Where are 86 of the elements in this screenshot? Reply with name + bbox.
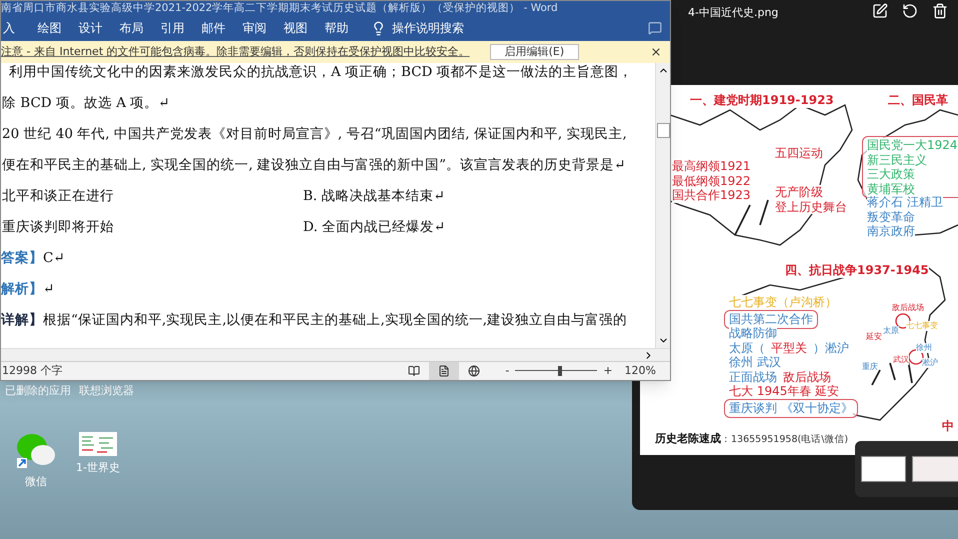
map-label: 重庆谈判 《双十协定》 (729, 401, 853, 416)
slider-thumb[interactable] (558, 366, 562, 376)
window-title: 南省周口市商水县实验高级中学2021-2022学年高二下学期期末考试历史试题（解析版）（受保护的视图） - Word (1, 2, 558, 14)
image-file-name: 4-中国近代史.png (688, 5, 778, 21)
author-name: 历史老陈速成 (655, 431, 721, 447)
section-label: 详解】 (1, 311, 43, 330)
map-label: 一、建党时期1919-1923 (690, 93, 834, 108)
contact-text: ：13655951958(电话\微信) (721, 433, 848, 447)
ribbon-tab[interactable]: 审阅 (234, 19, 275, 37)
rotate-icon[interactable] (902, 3, 918, 19)
map-label: 中 (942, 419, 954, 434)
map-label: 七七事变 (906, 321, 938, 331)
search-label[interactable]: 操作说明搜索 (392, 19, 464, 37)
lightbulb-icon[interactable] (371, 20, 386, 36)
zoom-out-button[interactable]: - (503, 362, 512, 380)
ribbon-tab[interactable]: 入 (1, 19, 29, 37)
map-label: 最低纲领1922 (672, 174, 751, 188)
map-label: 二、国民革 (888, 93, 948, 108)
scroll-thumb[interactable] (656, 123, 670, 138)
map-label: 南京政府 (867, 224, 915, 239)
ribbon-tab[interactable]: 视图 (275, 19, 316, 37)
document-text: 便在和平民主的基础上, 实现全国的统一, 建设独立自由与富强的新中国”。该宣言发表的历史背景是↵ (1, 156, 626, 175)
map-label: ）淞沪 (813, 340, 849, 356)
document-text: C↵ (43, 249, 65, 268)
word-count: 12998 个字 (1, 362, 62, 379)
map-label: 七大 1945年春 延安 (729, 384, 840, 399)
zoom-in-button[interactable]: + (601, 362, 615, 380)
answer-option: 北平和谈正在进行 (1, 181, 303, 212)
map-label: 正面战场 (729, 370, 777, 384)
page-icon (438, 365, 450, 377)
zoom-percentage[interactable]: 120% (624, 362, 656, 380)
map-label: 重庆 (862, 362, 878, 372)
map-label: 延安 (866, 332, 882, 342)
document-text: ↵ (43, 280, 54, 299)
book-icon (408, 365, 420, 377)
comment-icon[interactable] (648, 21, 662, 35)
map-label: 五四运动 (775, 146, 823, 161)
map-label: 新三民主义 (867, 152, 927, 168)
document-text: 根据“保证国内和平,实现民主,以便在和平民主的基础上,实现全国的统一,建设独立自由与富强的 (43, 311, 628, 330)
document-text: 除 BCD 项。故选 A 项。↵ (1, 94, 170, 113)
document-text: 利用中国传统文化中的因素来激发民众的抗战意识，A 项正确；BCD 项都不是这一做法的主旨意图， (8, 63, 633, 82)
ribbon-tab[interactable]: 绘图 (29, 19, 70, 37)
map-label: 国共合作1923 (672, 188, 751, 203)
ribbon-tab[interactable]: 设计 (70, 19, 111, 37)
ribbon-tab[interactable]: 帮助 (316, 19, 357, 37)
map-label: 武汉 (893, 355, 909, 365)
image-thumbnail[interactable] (861, 456, 906, 482)
enable-editing-button[interactable]: 启用编辑(E) (490, 44, 580, 60)
ribbon-tab[interactable]: 布局 (111, 19, 152, 37)
delete-icon[interactable] (932, 3, 948, 19)
map-label: 三大政策 (867, 167, 915, 182)
document-thumbnail[interactable] (79, 432, 117, 456)
close-icon[interactable] (650, 46, 662, 58)
view-button[interactable] (429, 362, 460, 380)
document-text: 20 世纪 40 年代, 中国共产党发表《对目前时局宣言》, 号召“巩固国内团结, 保证国内和平, 实现民主, (1, 125, 627, 144)
answer-option: B. 战略决战基本结束↵ (303, 181, 445, 212)
map-label: 叛变革命 (867, 210, 915, 224)
section-label: 解析】 (1, 280, 43, 299)
map-label: 国民党一大1924 (867, 138, 958, 153)
map-label: 登上历史舞台 (775, 200, 847, 214)
edit-icon[interactable] (872, 3, 888, 19)
map-label: 平型关 (771, 340, 807, 356)
answer-option: 重庆谈判即将开始 (1, 212, 303, 243)
vertical-scrollbar[interactable] (655, 63, 670, 348)
web-icon (468, 365, 480, 377)
map-label: 敌后战场 (892, 303, 924, 313)
map-label: 徐州 (916, 343, 932, 353)
map-label: 太原 (883, 326, 899, 336)
map-label: 最高纲领1921 (672, 159, 751, 174)
answer-option: D. 全面内战已经爆发↵ (303, 212, 446, 243)
map-label: 蒋介石 汪精卫 (867, 195, 943, 210)
map-label: 国共第二次合作 (729, 312, 813, 327)
image-thumbnail[interactable] (912, 456, 958, 482)
map-label: 无产阶级 (775, 185, 823, 200)
section-label: 答案】 (1, 249, 43, 268)
ribbon-tab[interactable]: 引用 (152, 19, 193, 37)
ribbon-tab[interactable]: 邮件 (193, 19, 234, 37)
map-label: 敌后战场 (783, 370, 831, 384)
protected-view-message: 注意 - 来自 Internet 的文件可能包含病毒。除非需要编辑，否则保持在受保护视图中比较安全。 (1, 44, 470, 60)
map-label: 太原（ (729, 340, 765, 356)
map-label: 战略防御 (729, 326, 777, 341)
zoom-slider[interactable] (515, 366, 598, 376)
map-label: 四、抗日战争1937-1945 (785, 263, 929, 278)
map-label: 徐州 武汉 (729, 355, 781, 370)
map-label: 淞沪 (922, 358, 938, 368)
horizontal-scrollbar[interactable] (1, 348, 670, 361)
